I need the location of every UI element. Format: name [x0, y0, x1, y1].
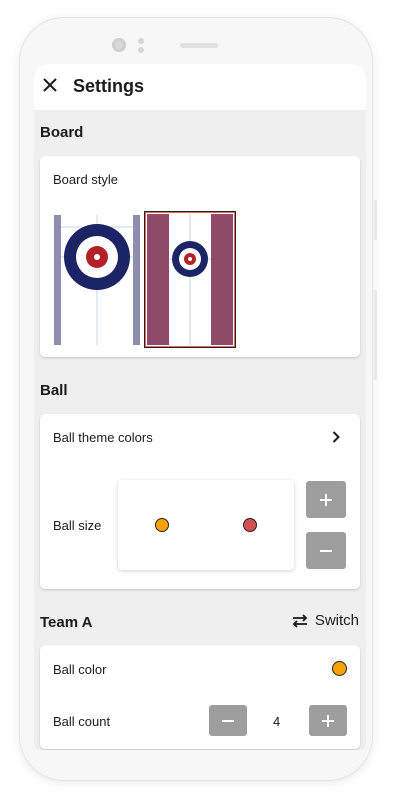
increase-ball-size-button[interactable] — [306, 481, 346, 518]
ball-size-label: Ball size — [53, 518, 102, 533]
page-title: Settings — [73, 76, 145, 96]
decrease-ball-count-button[interactable] — [209, 705, 247, 736]
preview-ball-team-b — [243, 518, 257, 532]
section-title-team-a: Team A — [40, 614, 93, 631]
close-icon[interactable] — [42, 77, 58, 93]
team-a-card: Ball color Ball count 4 — [40, 645, 360, 749]
preview-ball-team-a — [155, 518, 169, 532]
chevron-right-icon — [332, 431, 340, 443]
sensor — [138, 38, 144, 44]
section-title-ball: Ball — [40, 382, 68, 399]
increase-ball-count-button[interactable] — [309, 705, 347, 736]
app-bar: Settings — [34, 64, 366, 110]
front-camera — [112, 38, 126, 52]
board-style-label: Board style — [53, 172, 119, 187]
team-a-ball-color-swatch[interactable] — [332, 661, 347, 676]
ball-color-label: Ball color — [53, 662, 107, 677]
ball-theme-colors-label: Ball theme colors — [53, 430, 153, 445]
decrease-ball-size-button[interactable] — [306, 532, 346, 569]
board-style-classic[interactable] — [54, 215, 140, 345]
section-title-board: Board — [40, 124, 84, 141]
plus-icon — [320, 493, 332, 506]
switch-teams-button[interactable]: Switch — [291, 612, 359, 629]
minus-icon — [320, 545, 332, 557]
ball-theme-colors-row[interactable]: Ball theme colors — [40, 414, 360, 460]
ball-size-preview — [118, 480, 294, 570]
phone-side-button — [374, 200, 377, 240]
ball-count-value: 4 — [273, 714, 281, 729]
minus-icon — [222, 715, 234, 727]
swap-arrows-icon — [292, 613, 308, 628]
ball-card: Ball theme colors Ball size — [40, 414, 360, 589]
ball-count-label: Ball count — [53, 714, 111, 729]
switch-label: Switch — [314, 612, 359, 629]
speaker-grille — [180, 43, 218, 48]
board-card: Board style — [40, 156, 360, 357]
plus-icon — [322, 714, 334, 727]
sensor — [138, 47, 144, 53]
board-style-maroon[interactable] — [144, 211, 236, 348]
settings-screen: Settings Board Board style Ball Ball the… — [34, 64, 366, 750]
phone-side-button — [374, 290, 377, 380]
